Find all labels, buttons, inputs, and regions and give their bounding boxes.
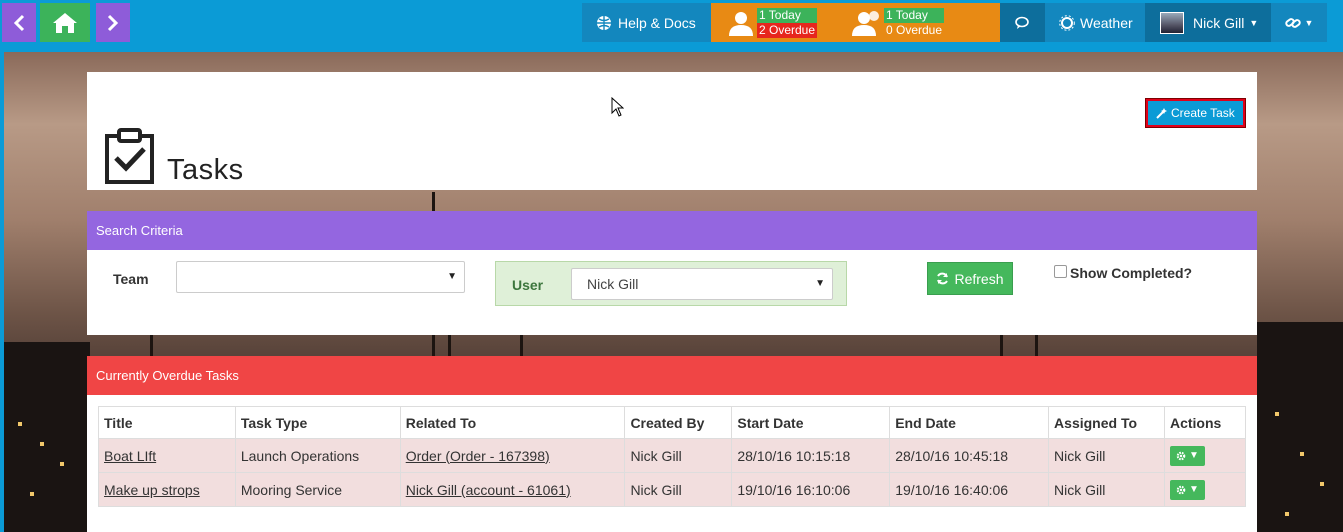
weather-link[interactable]: Weather [1045,3,1145,42]
back-button[interactable] [2,3,36,42]
overdue-tasks-panel: Currently Overdue Tasks Title Task Type … [87,356,1257,532]
actions-cell: ▼ [1163,472,1247,507]
my-tasks-counter[interactable]: 1 Today 2 Overdue [727,8,818,38]
page-title-wrap: Tasks [104,128,244,185]
sun-icon [1059,14,1075,31]
start-date-cell: 19/10/16 16:10:06 [731,472,891,507]
task-type-cell: Mooring Service [234,472,401,507]
users-icon [852,11,879,36]
mouse-cursor-icon [611,97,624,117]
links-menu[interactable]: ▼ [1271,3,1327,42]
assigned-to-cell: Nick Gill [1048,438,1165,473]
column-header: Start Date [731,406,891,439]
chat-icon [1014,16,1029,29]
create-task-label: Create Task [1171,106,1235,120]
end-date-cell: 28/10/16 10:45:18 [889,438,1050,473]
team-select[interactable]: ▼ [176,261,465,293]
caret-down-icon: ▼ [815,278,825,289]
gear-icon [1176,485,1186,494]
start-date-cell: 28/10/16 10:15:18 [731,438,891,473]
help-docs-label: Help & Docs [618,14,696,31]
page-title: Tasks [167,154,244,186]
team-overdue-badge: 0 Overdue [886,23,943,37]
caret-down-icon: ▼ [447,271,457,282]
weather-label: Weather [1080,14,1133,31]
row-actions-button[interactable]: ▼ [1169,479,1205,500]
my-today-badge: 1 Today [757,8,818,23]
help-docs-link[interactable]: Help & Docs [582,3,711,42]
refresh-button[interactable]: Refresh [927,262,1013,295]
task-counters: 1 Today 2 Overdue 1 Today 0 Overdue [711,3,1000,42]
team-tasks-counter[interactable]: 1 Today 0 Overdue [852,8,945,38]
caret-down-icon: ▼ [1249,17,1259,28]
caret-down-icon: ▼ [1304,17,1314,28]
magic-wand-icon [1156,107,1167,119]
user-menu[interactable]: Nick Gill ▼ [1145,3,1271,42]
avatar [1160,11,1184,34]
gear-icon [1176,451,1186,460]
user-icon [729,12,753,36]
user-label: User [512,277,544,293]
user-name: Nick Gill [1193,14,1245,31]
user-select[interactable]: Nick Gill ▼ [571,268,833,300]
created-by-cell: Nick Gill [624,472,733,507]
search-criteria-heading: Search Criteria [87,211,1257,250]
refresh-label: Refresh [954,270,1004,287]
related-to-link[interactable]: Order (Order - 167398) [406,448,550,464]
refresh-icon [937,272,949,285]
show-completed-checkbox[interactable] [1054,265,1067,278]
forward-button[interactable] [96,3,130,42]
column-header: Assigned To [1048,406,1165,439]
team-label: Team [113,271,149,287]
end-date-cell: 19/10/16 16:40:06 [889,472,1050,507]
user-select-value: Nick Gill [587,276,639,292]
caret-down-icon: ▼ [1188,484,1199,495]
create-task-button[interactable]: Create Task [1145,98,1246,128]
overdue-tasks-heading: Currently Overdue Tasks [87,356,1257,395]
chevron-right-icon [107,14,119,31]
table-row: Make up strops Mooring Service Nick Gill… [98,472,1247,507]
column-header: Related To [399,406,626,439]
left-edge [0,52,4,532]
assigned-to-cell: Nick Gill [1048,472,1165,507]
top-navbar: Help & Docs 1 Today 2 Overdue 1 Today 0 … [0,0,1343,45]
chat-button[interactable] [1000,3,1045,42]
row-actions-button[interactable]: ▼ [1169,445,1205,466]
clipboard-check-icon [105,128,154,184]
column-header: Created By [624,406,733,439]
related-to-link[interactable]: Nick Gill (account - 61061) [406,482,571,498]
globe-icon [597,15,611,30]
home-icon [53,12,77,33]
home-button[interactable] [40,3,90,42]
my-overdue-badge: 2 Overdue [757,23,818,38]
column-header: Task Type [234,406,401,439]
task-title-link[interactable]: Boat LIft [104,448,156,464]
link-icon [1284,17,1301,28]
page-header-panel: Tasks Create Task [87,72,1257,190]
search-criteria-panel: Search Criteria Team ▼ User Nick Gill ▼ … [87,211,1257,335]
column-header: Actions [1163,406,1247,439]
created-by-cell: Nick Gill [624,438,733,473]
team-today-badge: 1 Today [884,8,945,23]
caret-down-icon: ▼ [1188,450,1199,461]
task-title-link[interactable]: Make up strops [104,482,200,498]
show-completed-label: Show Completed? [1070,265,1193,281]
column-header: Title [98,406,236,439]
navbar-underline [0,45,1343,52]
user-filter-group: User Nick Gill ▼ [495,261,847,306]
table-row: Boat LIft Launch Operations Order (Order… [98,438,1247,473]
column-header: End Date [889,406,1050,439]
table-header-row: Title Task Type Related To Created By St… [98,406,1247,439]
overdue-tasks-table: Title Task Type Related To Created By St… [98,406,1247,507]
actions-cell: ▼ [1163,438,1247,473]
task-type-cell: Launch Operations [234,438,401,473]
chevron-left-icon [13,14,25,31]
